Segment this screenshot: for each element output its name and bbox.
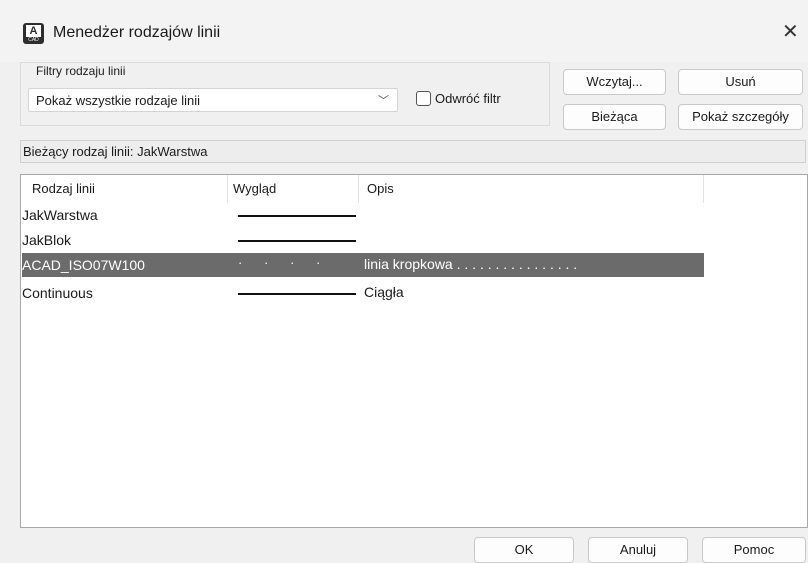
close-icon[interactable]: ✕ bbox=[782, 22, 799, 42]
ok-button[interactable]: OK bbox=[474, 537, 574, 563]
linetype-description: linia kropkowa . . . . . . . . . . . . .… bbox=[364, 256, 578, 272]
delete-button[interactable]: Usuń bbox=[678, 69, 803, 95]
set-current-button[interactable]: Bieżąca bbox=[563, 104, 666, 130]
linetype-appearance-sample: · · · · bbox=[238, 255, 321, 270]
table-row[interactable]: JakWarstwa bbox=[22, 203, 704, 227]
linetype-name: Continuous bbox=[22, 285, 93, 301]
linetype-name: JakBlok bbox=[22, 232, 72, 248]
load-button[interactable]: Wczytaj... bbox=[563, 69, 666, 95]
window-title: Menedżer rodzajów linii bbox=[53, 24, 221, 41]
current-linetype-label: Bieżący rodzaj linii: JakWarstwa bbox=[23, 144, 208, 159]
linetype-appearance-sample bbox=[238, 240, 356, 242]
linetype-appearance-sample bbox=[238, 293, 356, 295]
column-divider[interactable] bbox=[358, 175, 359, 203]
linetype-name: ACAD_ISO07W100 bbox=[22, 257, 145, 273]
linetype-description: Ciągła bbox=[364, 284, 404, 300]
help-button[interactable]: Pomoc bbox=[702, 537, 806, 563]
autocad-app-icon: A CAD bbox=[23, 23, 44, 44]
column-header-linetype[interactable]: Rodzaj linii bbox=[32, 181, 95, 196]
current-linetype-bar: Bieżący rodzaj linii: JakWarstwa bbox=[20, 140, 806, 163]
column-header-appearance[interactable]: Wygląd bbox=[233, 181, 276, 196]
linetype-appearance-sample bbox=[238, 215, 356, 217]
invert-filter-checkbox[interactable] bbox=[416, 91, 431, 106]
filter-dropdown[interactable]: Pokaż wszystkie rodzaje linii ﹀ bbox=[28, 88, 398, 112]
linetype-list[interactable]: Rodzaj linii Wygląd Opis JakWarstwa JakB… bbox=[20, 174, 808, 528]
filters-legend: Filtry rodzaju linii bbox=[34, 64, 128, 78]
app-icon-letter: A bbox=[26, 25, 41, 37]
table-row-selected[interactable]: ACAD_ISO07W100 · · · · linia kropkowa . … bbox=[22, 253, 704, 277]
chevron-down-icon: ﹀ bbox=[378, 95, 389, 107]
column-header-description[interactable]: Opis bbox=[367, 181, 394, 196]
app-icon-caption: CAD bbox=[28, 37, 39, 43]
invert-filter-label[interactable]: Odwróć filtr bbox=[435, 91, 501, 106]
table-row[interactable]: JakBlok bbox=[22, 228, 704, 252]
linetype-name: JakWarstwa bbox=[22, 207, 98, 223]
table-row[interactable]: Continuous Ciągła bbox=[22, 281, 704, 305]
column-divider[interactable] bbox=[703, 175, 704, 203]
cancel-button[interactable]: Anuluj bbox=[588, 537, 688, 563]
column-divider[interactable] bbox=[227, 175, 228, 203]
filter-dropdown-value: Pokaż wszystkie rodzaje linii bbox=[36, 93, 201, 108]
show-details-button[interactable]: Pokaż szczegóły bbox=[678, 104, 803, 130]
title-bar: A CAD Menedżer rodzajów linii ✕ bbox=[0, 0, 808, 62]
